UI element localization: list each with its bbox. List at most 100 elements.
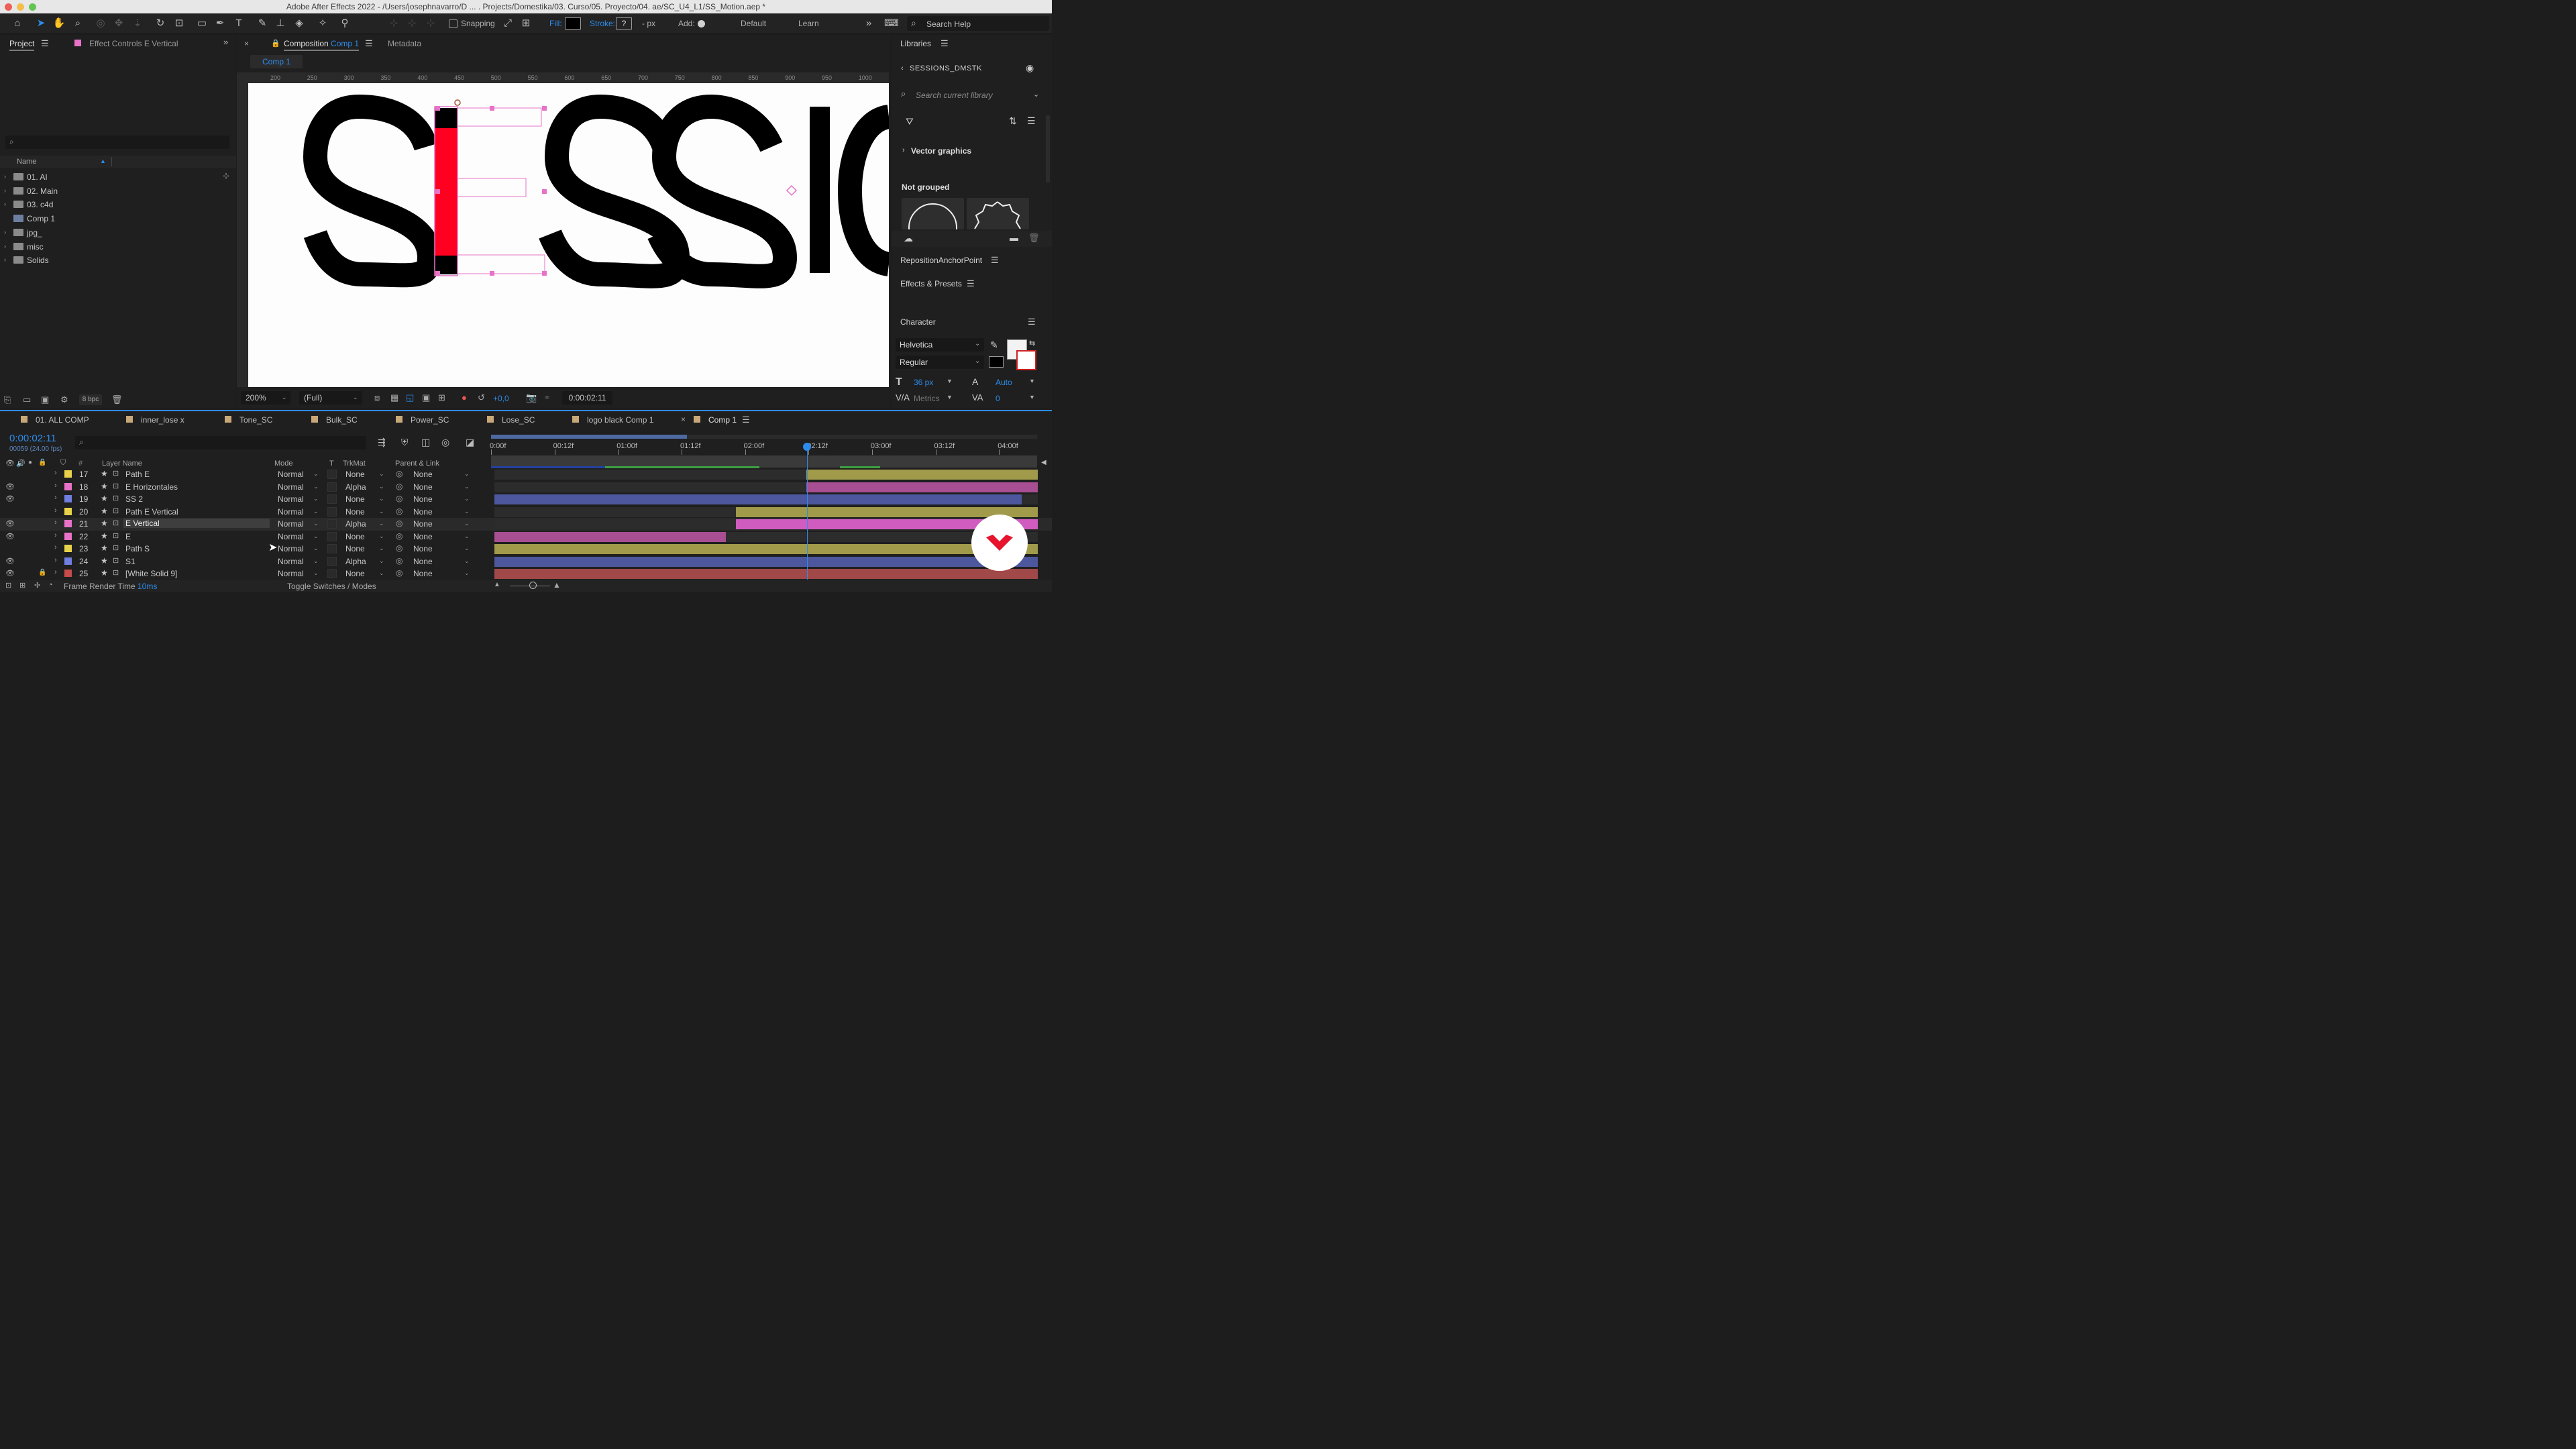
- transparency-grid-icon[interactable]: ▦: [390, 392, 398, 403]
- layer-row[interactable]: 👁 › 24 ★ ⊡ S1 Normal ⌄ Alpha ⌄ ◎ None ⌄: [0, 555, 1052, 568]
- axis-view-icon[interactable]: ⊹: [424, 17, 437, 30]
- close-tab-icon[interactable]: ×: [681, 415, 686, 424]
- composition-mini-flowchart-icon[interactable]: ⇶: [378, 437, 386, 448]
- chevron-down-icon[interactable]: ⌄: [313, 483, 319, 490]
- chevron-down-icon[interactable]: ⌄: [464, 557, 470, 565]
- in-out-icon[interactable]: ✢: [34, 581, 40, 590]
- layer-row[interactable]: › 17 ★ ⊡ Path E Normal ⌄ None ⌄ ◎ None ⌄: [0, 468, 1052, 481]
- search-help-box[interactable]: ⌕ Search Help: [907, 16, 1049, 31]
- layer-name[interactable]: Path E Vertical: [125, 507, 178, 517]
- chevron-down-icon[interactable]: ⌄: [313, 545, 319, 552]
- workspace-learn[interactable]: Learn: [798, 19, 819, 28]
- close-window-button[interactable]: [5, 3, 12, 11]
- expand-chevron-icon[interactable]: ›: [54, 469, 57, 477]
- orbit-camera-icon[interactable]: ◎: [94, 17, 107, 30]
- pan-camera-icon[interactable]: ✥: [112, 17, 125, 30]
- parent-value[interactable]: None: [413, 532, 433, 541]
- expand-chevron-icon[interactable]: ›: [54, 531, 57, 539]
- chevron-down-icon[interactable]: ⌄: [379, 557, 384, 565]
- column-name[interactable]: Name: [17, 158, 36, 166]
- project-item[interactable]: › jpg_: [0, 226, 233, 239]
- lock-icon[interactable]: 🔒: [38, 569, 46, 576]
- tab-composition[interactable]: Composition Comp 1: [284, 39, 360, 51]
- chevron-down-icon[interactable]: ⌄: [313, 570, 319, 577]
- chevron-down-icon[interactable]: ⌄: [379, 533, 384, 540]
- layer-name[interactable]: S1: [125, 557, 136, 566]
- layer-label-color[interactable]: [64, 532, 72, 540]
- layer-row[interactable]: 👁 › 19 ★ ⊡ SS 2 Normal ⌄ None ⌄ ◎ None ⌄: [0, 493, 1052, 506]
- timeline-current-time[interactable]: 0:00:02:11: [9, 433, 56, 444]
- axis-local-icon[interactable]: ⊹: [387, 17, 400, 30]
- parent-value[interactable]: None: [413, 544, 433, 553]
- playhead-line[interactable]: [807, 443, 808, 580]
- preserve-transparency-box[interactable]: [327, 569, 337, 578]
- bit-depth-button[interactable]: 8 bpc: [79, 394, 102, 405]
- preserve-transparency-box[interactable]: [327, 470, 337, 479]
- project-search-input[interactable]: ⌕: [5, 136, 229, 149]
- grid-guides-icon[interactable]: ⊞: [438, 392, 445, 403]
- layer-name[interactable]: [White Solid 9]: [125, 569, 177, 578]
- layer-label-color[interactable]: [64, 570, 72, 577]
- layer-duration-bar[interactable]: [494, 569, 1038, 579]
- visibility-eye-icon[interactable]: 👁: [5, 482, 15, 491]
- exposure-value[interactable]: +0,0: [493, 394, 509, 403]
- chevron-down-icon[interactable]: ⌄: [379, 508, 384, 515]
- screen-share-icon[interactable]: ⌨: [884, 17, 899, 30]
- more-workspaces-icon[interactable]: »: [862, 17, 875, 30]
- snap-options-icon[interactable]: ⊞: [519, 17, 533, 30]
- layer-switches-icon[interactable]: ⊡: [5, 581, 11, 590]
- search-help-input[interactable]: Search Help: [926, 19, 971, 29]
- parent-value[interactable]: None: [413, 470, 433, 479]
- layer-duration-bar[interactable]: [494, 494, 1022, 504]
- trash-icon[interactable]: 🗑: [111, 394, 123, 405]
- trkmat-value[interactable]: None: [345, 544, 365, 553]
- timeline-expand-icon[interactable]: ◀: [1041, 459, 1046, 466]
- pick-whip-icon[interactable]: ◎: [396, 556, 402, 566]
- swap-colors-icon[interactable]: ⇆: [1029, 339, 1035, 347]
- library-asset-badge[interactable]: [967, 198, 1029, 229]
- interpret-footage-icon[interactable]: ⎘: [4, 394, 11, 405]
- layer-name[interactable]: SS 2: [125, 494, 143, 504]
- new-folder-icon[interactable]: ▭: [23, 394, 31, 405]
- library-name[interactable]: SESSIONS_DMSTK: [910, 64, 982, 72]
- section-vector-graphics[interactable]: Vector graphics: [911, 146, 971, 156]
- layer-row[interactable]: 👁 › 21 ★ ⊡ E Vertical Normal ⌄ Alpha ⌄ ◎ None ⌄: [0, 518, 1052, 531]
- pick-whip-icon[interactable]: ◎: [396, 543, 402, 553]
- visibility-eye-icon[interactable]: 👁: [5, 569, 15, 578]
- chevron-down-icon[interactable]: ▼: [1029, 378, 1035, 384]
- zoom-window-button[interactable]: [29, 3, 36, 11]
- expand-chevron-icon[interactable]: ›: [4, 243, 6, 250]
- chevron-down-icon[interactable]: ⌄: [313, 508, 319, 515]
- expand-chevron-icon[interactable]: ›: [4, 256, 6, 263]
- adjust-settings-icon[interactable]: ⚙: [60, 394, 68, 405]
- video-switch-icon[interactable]: 👁: [5, 459, 15, 468]
- pen-tool-icon[interactable]: ✒: [213, 17, 227, 30]
- cloud-icon[interactable]: ☁: [904, 233, 913, 244]
- expand-chevron-icon[interactable]: ›: [902, 146, 905, 154]
- mode-value[interactable]: Normal: [278, 557, 304, 566]
- column-t[interactable]: T: [329, 460, 334, 468]
- visibility-eye-icon[interactable]: 👁: [5, 557, 15, 566]
- lock-icon[interactable]: 🔒: [271, 39, 280, 48]
- mode-value[interactable]: Normal: [278, 470, 304, 479]
- tab-project[interactable]: Project: [9, 39, 35, 51]
- layer-duration-bar[interactable]: [494, 556, 1038, 567]
- layer-name[interactable]: E Horizontales: [125, 482, 178, 492]
- clone-stamp-tool-icon[interactable]: ⊥: [274, 17, 287, 30]
- layer-row[interactable]: 👁 › 22 ★ ⊡ E Normal ⌄ None ⌄ ◎ None ⌄: [0, 531, 1052, 543]
- trkmat-value[interactable]: None: [345, 532, 365, 541]
- new-folder-icon[interactable]: ▬: [1010, 233, 1018, 243]
- zoom-out-icon[interactable]: ▲: [494, 581, 500, 588]
- layer-name[interactable]: Path E: [125, 470, 150, 479]
- rectangle-tool-icon[interactable]: ▭: [195, 17, 209, 30]
- column-trkmat[interactable]: TrkMat: [343, 460, 366, 468]
- chevron-down-icon[interactable]: ⌄: [379, 545, 384, 552]
- layer-duration-bar[interactable]: [806, 482, 1038, 492]
- zoom-tool-icon[interactable]: ⌕: [71, 17, 85, 30]
- resolution-dropdown[interactable]: (Full) ⌄: [299, 391, 362, 405]
- show-snapshot-icon[interactable]: ⚭: [543, 392, 551, 403]
- libraries-menu-icon[interactable]: ☰: [941, 38, 949, 49]
- layer-row[interactable]: › 20 ★ ⊡ Path E Vertical Normal ⌄ None ⌄ ◎ None ⌄: [0, 506, 1052, 519]
- new-composition-icon[interactable]: ▣: [41, 394, 49, 405]
- layer-duration-bar[interactable]: [806, 470, 1038, 480]
